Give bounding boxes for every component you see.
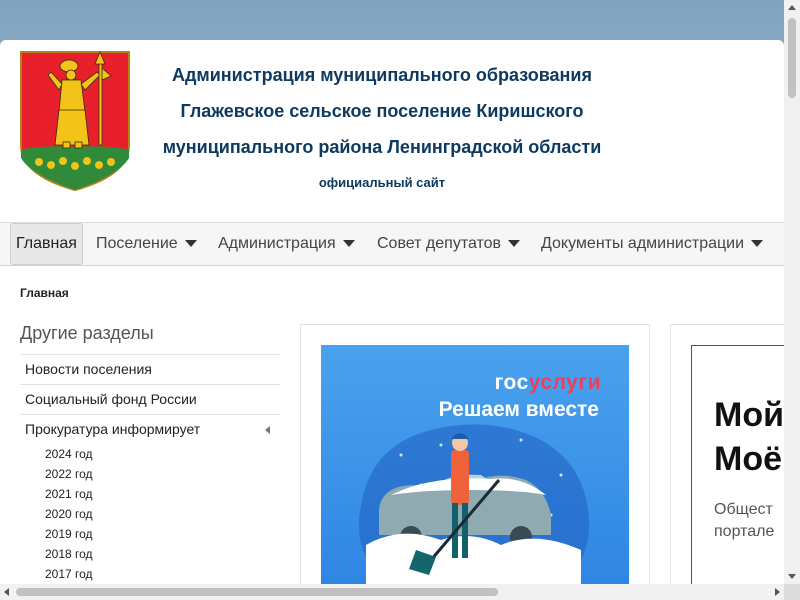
second-banner[interactable]: Мой Моё Общест портале (691, 345, 784, 584)
submenu-item-2018[interactable]: 2018 год (20, 544, 280, 564)
submenu-item-2022[interactable]: 2022 год (20, 464, 280, 484)
sidebar-item-label: Прокуратура информирует (25, 421, 201, 437)
submenu-item-2019[interactable]: 2019 год (20, 524, 280, 544)
banner-card-gosuslugi: госуслуги Решаем вместе (300, 324, 650, 584)
nav-item-label: Администрация (218, 235, 336, 252)
caret-down-icon (751, 240, 764, 248)
vertical-scrollbar[interactable] (784, 0, 800, 584)
banner2-line-4: портале (714, 523, 775, 540)
nav-item-council[interactable]: Совет депутатов (377, 223, 521, 265)
nav-item-administration[interactable]: Администрация (218, 223, 355, 265)
gosuslugi-banner[interactable]: госуслуги Решаем вместе (321, 345, 629, 584)
sidebar-menu: Новости поселения Социальный фонд России… (20, 354, 280, 584)
site-title-line-2: Глажевское сельское поселение Киришского (180, 101, 584, 121)
nav-item-label: Совет депутатов (377, 235, 502, 252)
caret-down-icon (342, 240, 355, 248)
site-title-line-3: муниципального района Ленинградской обла… (162, 137, 602, 157)
vertical-scroll-thumb[interactable] (788, 18, 796, 98)
sidebar-submenu: 2024 год 2022 год 2021 год 2020 год 2019… (20, 444, 280, 584)
banner2-line-2: Моё (714, 440, 782, 478)
sidebar-item-social-fund[interactable]: Социальный фонд России (20, 384, 280, 414)
scroll-down-arrow-icon[interactable] (788, 574, 796, 579)
banner2-line-1: Мой (714, 396, 784, 434)
sidebar-item-news[interactable]: Новости поселения (20, 354, 280, 384)
nav-item-label: Главная (16, 235, 77, 252)
submenu-item-2024[interactable]: 2024 год (20, 444, 280, 464)
sidebar-item-prosecutor[interactable]: Прокуратура информирует (20, 414, 280, 444)
site-subtitle: официальный сайт (318, 175, 446, 190)
coat-of-arms-icon (20, 50, 130, 192)
scroll-up-arrow-icon[interactable] (788, 5, 796, 10)
main-navbar: Главная Поселение Администрация Совет де… (0, 222, 784, 266)
horizontal-scroll-thumb[interactable] (16, 588, 498, 596)
nav-item-home[interactable]: Главная (10, 223, 83, 265)
browser-viewport: Администрация муниципального образования… (0, 0, 784, 584)
scroll-right-arrow-icon[interactable] (775, 588, 780, 596)
caret-down-icon (508, 240, 521, 248)
submenu-item-2020[interactable]: 2020 год (20, 504, 280, 524)
nav-item-label: Документы администрации (541, 235, 745, 252)
caret-down-icon (184, 240, 197, 248)
page: Администрация муниципального образования… (0, 40, 784, 584)
scroll-left-arrow-icon[interactable] (4, 588, 9, 596)
nav-item-documents[interactable]: Документы администрации (541, 223, 764, 265)
banner-card-second: Мой Моё Общест портале (670, 324, 784, 584)
scrollbar-corner (784, 584, 800, 600)
banner2-line-3: Общест (714, 501, 773, 518)
horizontal-scrollbar[interactable] (0, 584, 784, 600)
breadcrumb[interactable]: Главная (20, 286, 69, 300)
nav-item-label: Поселение (96, 235, 178, 252)
site-header: Администрация муниципального образования… (0, 40, 784, 222)
submenu-item-2017[interactable]: 2017 год (20, 564, 280, 584)
site-title-line-1: Администрация муниципального образования (172, 65, 592, 85)
submenu-item-2021[interactable]: 2021 год (20, 484, 280, 504)
sidebar-title: Другие разделы (20, 323, 154, 343)
collapse-arrow-icon[interactable] (265, 426, 270, 434)
nav-item-settlement[interactable]: Поселение (96, 223, 197, 265)
snow-shovel-illustration-icon (359, 424, 590, 584)
